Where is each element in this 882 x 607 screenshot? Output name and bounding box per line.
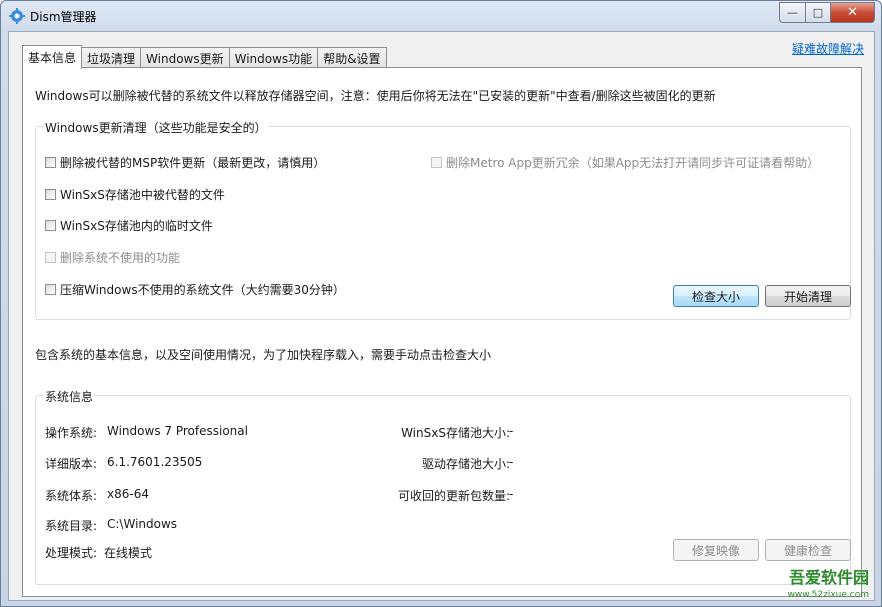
update-cleanup-group: Windows更新清理（这些功能是安全的） 删除被代替的MSP软件更新（最新更改…	[35, 119, 851, 320]
watermark-logo: 吾爱软件园 www.52zixue.com	[759, 542, 877, 604]
maximize-button[interactable]: □	[806, 2, 831, 23]
option-compress-system-files[interactable]: 压缩Windows不使用的系统文件（大约需要30分钟）	[45, 281, 345, 298]
reclaimable-value: -	[509, 487, 514, 501]
os-value: Windows 7 Professional	[107, 424, 248, 438]
main-window: Dism管理器 — □ ✕ 基本信息 垃圾清理 Windows更新 Window…	[0, 0, 882, 607]
arch-value: x86-64	[107, 487, 149, 501]
driver-store-value: -	[509, 455, 514, 469]
title-bar[interactable]: Dism管理器 — □ ✕	[1, 1, 881, 31]
checkbox	[431, 157, 442, 168]
option-label: 删除被代替的MSP软件更新（最新更改，请慎用）	[60, 156, 326, 170]
sysdir-label: 系统目录:	[45, 519, 98, 533]
repair-image-button[interactable]: 修复映像	[673, 539, 759, 561]
option-label: WinSxS存储池中被代替的文件	[60, 188, 225, 202]
arch-label: 系统体系:	[45, 489, 98, 503]
option-msp-cleanup[interactable]: 删除被代替的MSP软件更新（最新更改，请慎用）	[45, 154, 325, 171]
maximize-icon: □	[812, 6, 824, 19]
option-winsxs-temp[interactable]: WinSxS存储池内的临时文件	[45, 217, 213, 234]
watermark-name: 吾爱软件园	[788, 568, 869, 587]
option-label: 删除系统不使用的功能	[60, 251, 181, 265]
option-winsxs-superseded[interactable]: WinSxS存储池中被代替的文件	[45, 186, 225, 203]
start-clean-button[interactable]: 开始清理	[765, 285, 851, 307]
driver-store-label: 驱动存储池大小:	[421, 457, 510, 471]
close-icon: ✕	[847, 5, 858, 20]
system-info-group: 系统信息 操作系统: Windows 7 Professional 详细版本: …	[35, 388, 851, 585]
window-title: Dism管理器	[30, 10, 97, 24]
mode-value: 在线模式	[104, 546, 153, 560]
option-remove-unused-features: 删除系统不使用的功能	[45, 249, 180, 266]
basic-info-panel: Windows可以删除被代替的系统文件以释放存储器空间，注意：使用后你将无法在"…	[22, 67, 862, 597]
option-label: 压缩Windows不使用的系统文件（大约需要30分钟）	[60, 283, 345, 297]
group-title: 系统信息	[44, 388, 95, 405]
winsxs-size-value: -	[509, 424, 514, 438]
checkbox	[45, 252, 56, 263]
troubleshoot-link[interactable]: 疑难故障解决	[792, 40, 864, 57]
tab-windows-features[interactable]: Windows功能	[228, 47, 319, 68]
version-label: 详细版本:	[45, 457, 98, 471]
client-area: 基本信息 垃圾清理 Windows更新 Windows功能 帮助&设置 疑难故障…	[8, 31, 875, 601]
tab-strip: 基本信息 垃圾清理 Windows更新 Windows功能 帮助&设置	[22, 45, 387, 69]
sysdir-value: C:\Windows	[107, 517, 178, 531]
watermark-url: www.52zixue.com	[787, 590, 869, 600]
option-metro-app-cleanup: 删除Metro App更新冗余（如果App无法打开请同步许可证请看帮助）	[431, 154, 819, 171]
checkbox[interactable]	[45, 157, 56, 168]
minimize-button[interactable]: —	[779, 2, 806, 23]
check-size-button[interactable]: 检查大小	[673, 285, 759, 307]
winsxs-size-label: WinSxS存储池大小:	[401, 426, 510, 440]
checkbox[interactable]	[45, 189, 56, 200]
option-label: 删除Metro App更新冗余（如果App无法打开请同步许可证请看帮助）	[446, 156, 820, 170]
tab-help-settings[interactable]: 帮助&设置	[317, 47, 387, 68]
version-value: 6.1.7601.23505	[107, 455, 203, 469]
checkbox[interactable]	[45, 284, 56, 295]
os-label: 操作系统:	[45, 426, 98, 440]
minimize-icon: —	[787, 6, 798, 19]
mode-label: 处理模式:	[45, 546, 98, 560]
option-label: WinSxS存储池内的临时文件	[60, 219, 213, 233]
tab-windows-update[interactable]: Windows更新	[140, 47, 230, 68]
gear-icon	[9, 8, 25, 24]
group-title: Windows更新清理（这些功能是安全的）	[44, 119, 268, 136]
tab-junk-cleanup[interactable]: 垃圾清理	[81, 47, 142, 68]
checkbox[interactable]	[45, 220, 56, 231]
info-note: 包含系统的基本信息，以及空间使用情况，为了加快程序载入，需要手动点击检查大小	[35, 348, 492, 362]
close-button[interactable]: ✕	[831, 2, 875, 23]
notice-text: Windows可以删除被代替的系统文件以释放存储器空间，注意：使用后你将无法在"…	[35, 89, 716, 103]
tab-basic-info[interactable]: 基本信息	[22, 45, 83, 69]
reclaimable-label: 可收回的更新包数量:	[397, 489, 510, 503]
